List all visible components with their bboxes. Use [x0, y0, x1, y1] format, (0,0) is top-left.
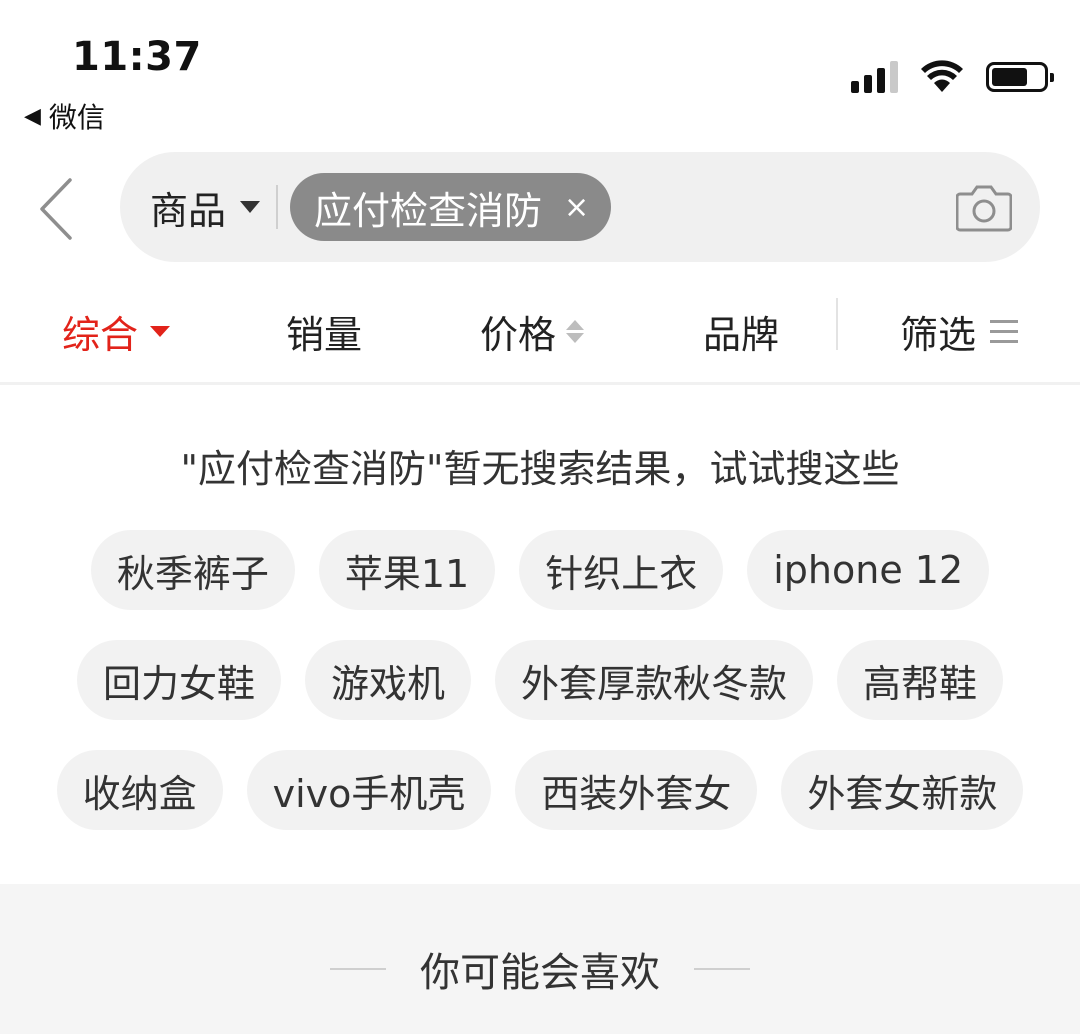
back-app-label: 微信 [48, 101, 105, 134]
signal-icon [851, 61, 898, 93]
search-divider [276, 185, 279, 229]
query-text: 应付检查消防 [314, 188, 543, 233]
tab-label: 品牌 [703, 313, 780, 357]
suggestion-row: 收纳盒 vivo手机壳 西装外套女 外套女新款 [0, 750, 1080, 830]
tab-label: 综合 [62, 313, 139, 357]
tab-label: 价格 [480, 313, 557, 357]
clear-query-icon[interactable]: × [564, 190, 589, 225]
suggestion-row: 回力女鞋 游戏机 外套厚款秋冬款 高帮鞋 [0, 640, 1080, 720]
recommend-header: 你可能会喜欢 [0, 940, 1080, 998]
tab-label: 筛选 [900, 313, 977, 357]
tab-label: 销量 [286, 313, 363, 357]
caret-down-icon [240, 201, 261, 213]
tab-filter[interactable]: 筛选 [900, 304, 1019, 359]
search-scope-label: 商品 [150, 188, 227, 233]
recommend-title: 你可能会喜欢 [420, 950, 660, 996]
tab-comprehensive[interactable]: 综合 [62, 304, 171, 359]
tabs-divider [836, 298, 838, 350]
suggestion-chip[interactable]: 外套厚款秋冬款 [495, 640, 814, 720]
recommend-line-left [330, 968, 386, 970]
no-result-message: "应付检查消防"暂无搜索结果，试试搜这些 [180, 447, 900, 491]
suggestion-chip[interactable]: vivo手机壳 [246, 750, 492, 830]
suggestion-chip[interactable]: iphone 12 [747, 530, 990, 610]
suggestion-chip[interactable]: 苹果11 [318, 530, 496, 610]
suggestion-chip[interactable]: 秋季裤子 [90, 530, 295, 610]
suggestion-chip[interactable]: 游戏机 [304, 640, 471, 720]
recommend-line-right [694, 968, 750, 970]
search-scope-dropdown[interactable]: 商品 [150, 180, 261, 235]
back-to-wechat[interactable]: ◀ 微信 [24, 96, 105, 136]
filter-tabs: 综合 销量 价格 品牌 筛选 [0, 290, 1080, 370]
suggestion-chip[interactable]: 西装外套女 [515, 750, 758, 830]
tab-brand[interactable]: 品牌 [703, 304, 779, 359]
tabs-bottom-divider [0, 382, 1080, 385]
suggestion-chip[interactable]: 外套女新款 [781, 750, 1024, 830]
search-box[interactable]: 商品 应付检查消防 × [120, 152, 1040, 262]
battery-icon [986, 62, 1054, 92]
suggestion-chip[interactable]: 回力女鞋 [76, 640, 281, 720]
filter-menu-icon [990, 320, 1019, 343]
suggestion-chip[interactable]: 收纳盒 [56, 750, 223, 830]
sort-arrows-icon [566, 320, 585, 343]
tab-price[interactable]: 价格 [480, 304, 585, 359]
suggestion-chip[interactable]: 高帮鞋 [837, 640, 1004, 720]
wifi-icon [921, 60, 963, 92]
query-chip[interactable]: 应付检查消防 × [290, 173, 612, 241]
suggestion-chip[interactable]: 针织上衣 [519, 530, 724, 610]
back-triangle-icon: ◀ [24, 103, 41, 129]
suggestion-row: 秋季裤子 苹果11 针织上衣 iphone 12 [0, 530, 1080, 610]
camera-icon[interactable] [956, 182, 1012, 232]
tab-sales[interactable]: 销量 [286, 304, 362, 359]
status-icons [851, 60, 1054, 94]
caret-down-icon [150, 326, 171, 337]
back-chevron-icon[interactable] [34, 176, 84, 242]
status-time: 11:37 [72, 34, 202, 80]
